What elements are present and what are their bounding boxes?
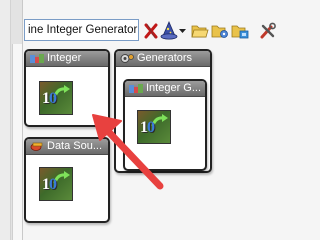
annotation-arrow-icon: [92, 114, 164, 190]
annotation-arrow: [92, 114, 164, 190]
